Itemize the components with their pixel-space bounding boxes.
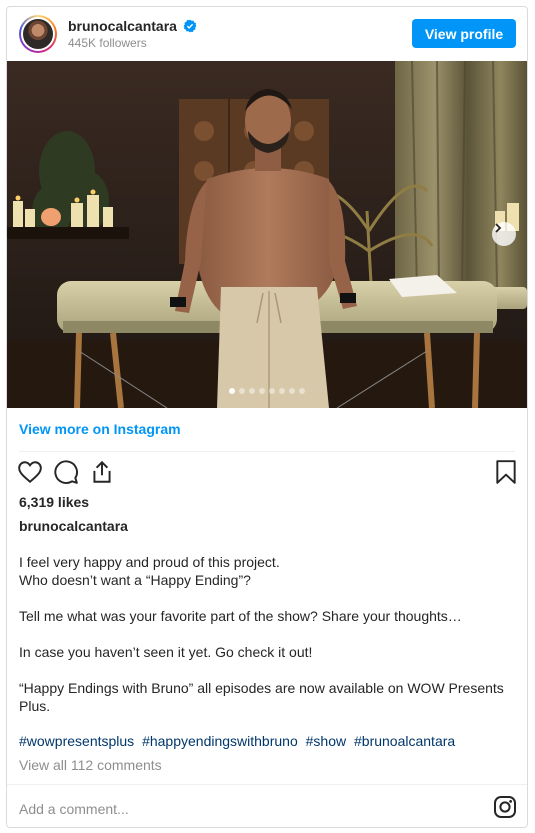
carousel-dot xyxy=(279,388,285,394)
post-caption: I feel very happy and proud of this proj… xyxy=(19,553,519,715)
carousel-dot xyxy=(259,388,265,394)
post-media[interactable] xyxy=(7,61,527,408)
post-photo xyxy=(7,61,527,408)
hashtag-link[interactable]: #brunoalcantara xyxy=(354,733,455,749)
hashtag-list: #wowpresentsplus #happyendingswithbruno … xyxy=(19,733,459,749)
share-icon[interactable] xyxy=(89,459,115,485)
add-comment-input[interactable] xyxy=(19,798,439,820)
caption-line: In case you haven’t seen it yet. Go chec… xyxy=(19,644,313,660)
heart-icon[interactable] xyxy=(17,459,43,485)
instagram-icon[interactable] xyxy=(493,795,517,819)
caption-line: Plus. xyxy=(19,698,51,714)
header-username[interactable]: brunocalcantara xyxy=(68,18,177,34)
carousel-indicator xyxy=(7,388,527,394)
carousel-dot xyxy=(249,388,255,394)
caption-line: “Happy Endings with Bruno” all episodes … xyxy=(19,680,504,696)
view-all-comments-link[interactable]: View all 112 comments xyxy=(19,757,162,773)
divider xyxy=(19,451,515,452)
post-header: brunocalcantara 445K followers View prof… xyxy=(7,7,527,61)
caption-line: Who doesn’t want a “Happy Ending”? xyxy=(19,572,251,588)
view-profile-button[interactable]: View profile xyxy=(412,19,516,48)
divider xyxy=(7,784,527,785)
avatar-image xyxy=(21,17,55,51)
next-slide-button[interactable] xyxy=(492,222,516,246)
carousel-dot xyxy=(299,388,305,394)
caption-username[interactable]: brunocalcantara xyxy=(19,518,128,534)
caption-line: Tell me what was your favorite part of t… xyxy=(19,608,462,624)
view-more-on-instagram-link[interactable]: View more on Instagram xyxy=(19,421,181,437)
hashtag-link[interactable]: #show xyxy=(306,733,346,749)
chevron-right-icon xyxy=(495,223,502,233)
carousel-dot xyxy=(239,388,245,394)
comment-icon[interactable] xyxy=(53,459,79,485)
verified-badge-icon xyxy=(183,19,197,33)
action-bar xyxy=(7,459,527,491)
carousel-dot xyxy=(229,388,235,394)
avatar[interactable] xyxy=(19,15,57,53)
carousel-dot xyxy=(289,388,295,394)
caption-line: I feel very happy and proud of this proj… xyxy=(19,554,280,570)
carousel-dot xyxy=(269,388,275,394)
hashtag-link[interactable]: #happyendingswithbruno xyxy=(142,733,298,749)
bookmark-icon[interactable] xyxy=(493,459,519,485)
hashtag-link[interactable]: #wowpresentsplus xyxy=(19,733,134,749)
like-count[interactable]: 6,319 likes xyxy=(19,494,89,510)
follower-count: 445K followers xyxy=(68,36,147,50)
instagram-embed-card: brunocalcantara 445K followers View prof… xyxy=(6,6,528,828)
